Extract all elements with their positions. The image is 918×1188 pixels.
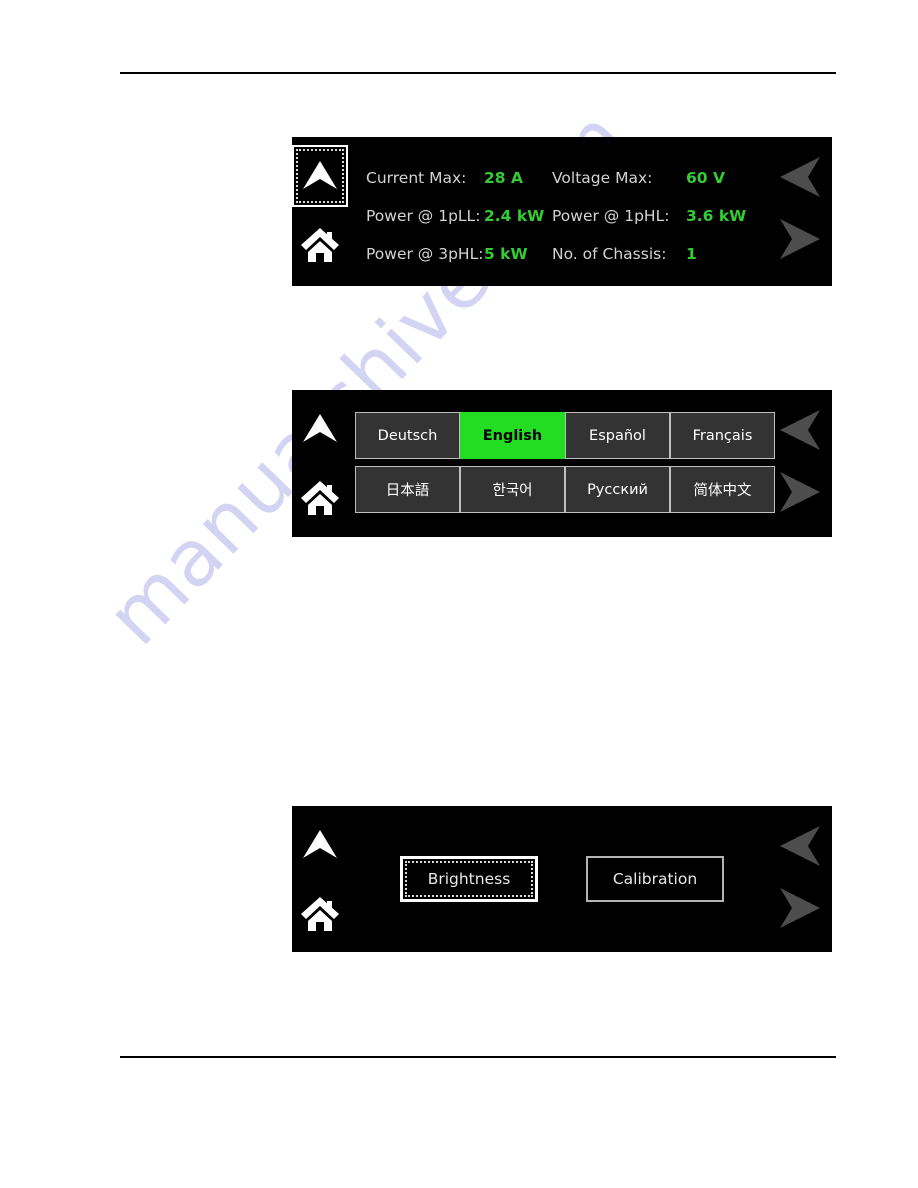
chevron-left-icon [780, 157, 820, 197]
chevron-left-icon [780, 410, 820, 450]
up-arrow-icon [303, 161, 337, 189]
home-icon [301, 481, 339, 515]
home-icon [301, 228, 339, 262]
status-label: Voltage Max: [552, 169, 653, 187]
language-panel: Deutsch English Español Français 日本語 한국어… [292, 390, 832, 537]
language-button-espanol[interactable]: Español [565, 412, 670, 459]
status-value: 5 kW [484, 245, 528, 263]
up-arrow-icon [303, 414, 337, 442]
home-button[interactable] [292, 884, 348, 942]
brightness-button[interactable]: Brightness [400, 856, 538, 902]
nav-rail-right [770, 806, 832, 952]
language-button-japanese[interactable]: 日本語 [355, 466, 460, 513]
brightness-button-label: Brightness [427, 870, 511, 888]
page-header-rule [120, 72, 836, 74]
status-label: Power @ 1pLL: [366, 207, 481, 225]
language-button-english[interactable]: English [460, 412, 565, 459]
status-value: 28 A [484, 169, 523, 187]
status-panel: Current Max: 28 A Voltage Max: 60 V Powe… [292, 137, 832, 286]
language-button-korean[interactable]: 한국어 [460, 466, 565, 513]
language-keypad: Deutsch English Español Français 日本語 한국어… [355, 412, 775, 513]
status-label: Power @ 1pHL: [552, 207, 670, 225]
nav-rail-right [770, 137, 832, 286]
status-label: No. of Chassis: [552, 245, 667, 263]
status-value: 1 [686, 245, 697, 263]
status-value: 3.6 kW [686, 207, 747, 225]
home-button[interactable] [292, 215, 348, 273]
display-menu: Brightness Calibration [400, 856, 740, 904]
up-arrow-icon [303, 830, 337, 858]
next-button[interactable] [772, 464, 828, 520]
chevron-left-icon [780, 826, 820, 866]
up-button[interactable] [292, 398, 348, 460]
nav-rail-right [770, 390, 832, 537]
status-value: 2.4 kW [484, 207, 545, 225]
calibration-button[interactable]: Calibration [586, 856, 724, 902]
status-label: Power @ 3pHL: [366, 245, 484, 263]
up-button[interactable] [292, 814, 348, 876]
chevron-right-icon [780, 888, 820, 928]
chevron-right-icon [780, 219, 820, 259]
status-value: 60 V [686, 169, 725, 187]
previous-button[interactable] [772, 402, 828, 458]
chevron-right-icon [780, 472, 820, 512]
page-footer-rule [120, 1056, 836, 1058]
home-button[interactable] [292, 468, 348, 526]
language-button-russian[interactable]: Русский [565, 466, 670, 513]
language-button-francais[interactable]: Français [670, 412, 775, 459]
next-button[interactable] [772, 211, 828, 267]
previous-button[interactable] [772, 149, 828, 205]
language-button-chinese[interactable]: 简体中文 [670, 466, 775, 513]
nav-rail-left [292, 390, 350, 537]
up-button[interactable] [292, 145, 348, 207]
next-button[interactable] [772, 880, 828, 936]
previous-button[interactable] [772, 818, 828, 874]
language-button-deutsch[interactable]: Deutsch [355, 412, 460, 459]
nav-rail-left [292, 137, 350, 286]
display-panel: Brightness Calibration [292, 806, 832, 952]
home-icon [301, 897, 339, 931]
nav-rail-left [292, 806, 350, 952]
status-readout: Current Max: 28 A Voltage Max: 60 V Powe… [366, 159, 766, 273]
status-label: Current Max: [366, 169, 467, 187]
